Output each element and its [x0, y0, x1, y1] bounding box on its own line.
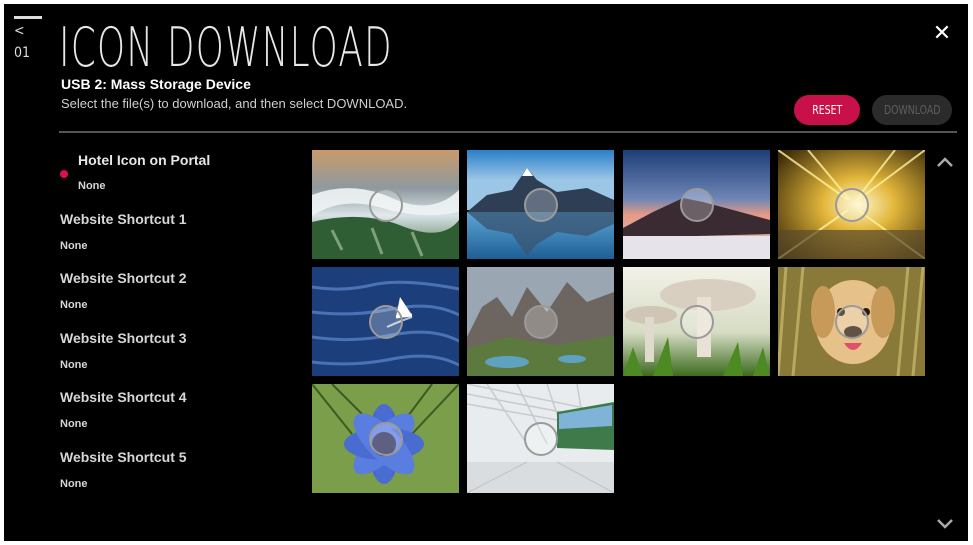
image-mountain-lake[interactable]	[467, 150, 614, 259]
slot-value: None	[60, 299, 88, 311]
slot-website-shortcut-3[interactable]: Website Shortcut 3 None	[60, 330, 187, 371]
slot-website-shortcut-1[interactable]: Website Shortcut 1 None	[60, 211, 187, 252]
slot-website-shortcut-4[interactable]: Website Shortcut 4 None	[60, 389, 187, 430]
instruction-text: Select the file(s) to download, and then…	[61, 96, 408, 111]
select-radio	[524, 188, 558, 222]
close-icon[interactable]: ✕	[930, 22, 954, 46]
image-mushrooms[interactable]	[623, 267, 770, 376]
image-golden-retriever[interactable]	[778, 267, 925, 376]
reset-button-label: RESET	[811, 103, 842, 117]
select-radio	[369, 305, 403, 339]
slot-website-shortcut-2[interactable]: Website Shortcut 2 None	[60, 270, 187, 311]
select-radio	[835, 305, 869, 339]
image-blue-flower[interactable]	[312, 384, 459, 493]
select-radio	[524, 422, 558, 456]
header-divider	[59, 131, 957, 133]
select-radio	[680, 305, 714, 339]
image-sailboat-ocean[interactable]	[312, 267, 459, 376]
select-radio	[835, 188, 869, 222]
download-button-label: DOWNLOAD	[883, 103, 941, 117]
screen: < 01 ICON DOWNLOAD ✕ USB 2: Mass Storage…	[4, 4, 968, 541]
select-radio	[369, 188, 403, 222]
slot-value: None	[60, 240, 88, 252]
back-button[interactable]: < 01	[14, 16, 42, 61]
slot-label: Website Shortcut 5	[60, 449, 187, 465]
slot-label: Website Shortcut 2	[60, 270, 187, 286]
slot-hotel-icon[interactable]: Hotel Icon on Portal None	[78, 152, 210, 192]
page-title: ICON DOWNLOAD	[59, 16, 393, 79]
slot-label: Website Shortcut 1	[60, 211, 187, 227]
image-coastline-aerial[interactable]	[312, 150, 459, 259]
image-volcano-sunrise[interactable]	[623, 150, 770, 259]
slot-value: None	[60, 418, 88, 430]
slot-website-shortcut-5[interactable]: Website Shortcut 5 None	[60, 449, 187, 490]
device-name: USB 2: Mass Storage Device	[61, 76, 251, 92]
select-radio	[524, 305, 558, 339]
slot-value: None	[78, 180, 106, 192]
slot-label: Hotel Icon on Portal	[78, 152, 211, 168]
image-airport-terminal[interactable]	[467, 384, 614, 493]
image-rocky-mountains[interactable]	[467, 267, 614, 376]
download-button[interactable]: DOWNLOAD	[872, 95, 952, 125]
slot-value: None	[60, 359, 88, 371]
slot-label: Website Shortcut 3	[60, 330, 187, 346]
image-golden-tunnel[interactable]	[778, 150, 925, 259]
select-radio	[369, 422, 403, 456]
scroll-down-icon[interactable]	[935, 516, 955, 530]
slot-label: Website Shortcut 4	[60, 389, 187, 405]
slot-value: None	[60, 478, 88, 490]
active-slot-indicator	[60, 170, 68, 178]
select-radio	[680, 188, 714, 222]
reset-button[interactable]: RESET	[794, 95, 860, 125]
scroll-up-icon[interactable]	[935, 154, 955, 168]
